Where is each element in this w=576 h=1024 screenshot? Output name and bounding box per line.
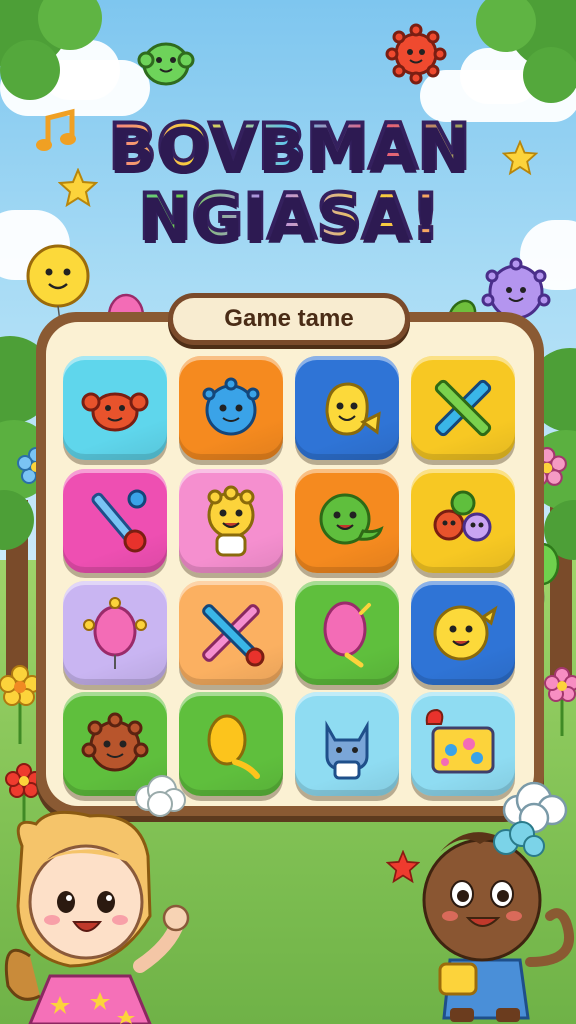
tree-left-icon (0, 0, 102, 100)
red-sun-blob-icon (385, 23, 447, 85)
tile-monster-group[interactable] (411, 469, 515, 573)
yellow-balloon-icon (207, 714, 260, 779)
tile-yellow-fish[interactable] (295, 356, 399, 460)
tile-wand[interactable] (63, 469, 167, 573)
tile-yellow-balloon[interactable] (179, 692, 283, 796)
tree-right-icon (476, 0, 576, 103)
yellow-monster-icon (207, 485, 255, 557)
red-crab-icon (81, 392, 149, 432)
blue-blob-icon (202, 377, 260, 436)
balloon-icon (323, 601, 371, 668)
pink-balloon-icon (83, 597, 147, 669)
game-board-icon (425, 708, 495, 774)
crossed-pencils-icon (434, 379, 492, 437)
game-scene: BOVBMAN NGIASA! Game tame (0, 0, 576, 1024)
pink-flower-icon (544, 667, 576, 736)
green-blob-icon (137, 42, 195, 86)
girl-character-icon (4, 810, 190, 1024)
tile-blue-cat[interactable] (295, 692, 399, 796)
tile-crossed-pencils[interactable] (411, 356, 515, 460)
tile-yellow-blob[interactable] (411, 581, 515, 685)
tile-green-dino[interactable] (295, 469, 399, 573)
wand-icon (91, 489, 147, 553)
yellow-blob-icon (433, 605, 498, 661)
blue-cat-icon (325, 720, 369, 780)
title-line-2: NGIASA! (70, 180, 510, 254)
green-dino-icon (319, 493, 384, 545)
yellow-fish-icon (325, 382, 381, 436)
tile-pink-balloon-face[interactable] (63, 581, 167, 685)
title-line-1: BOVBMAN (70, 110, 510, 184)
tile-pink-balloon[interactable] (295, 581, 399, 685)
tile-crossed-sticks[interactable] (179, 581, 283, 685)
boy-character-icon (422, 821, 575, 1022)
yellow-balloon-face-icon (26, 244, 90, 322)
monster-group-icon (433, 490, 492, 542)
banner-label: Game tame (173, 298, 405, 340)
crossed-sticks-icon (202, 604, 265, 667)
tile-yellow-monster[interactable] (179, 469, 283, 573)
tile-red-crab[interactable] (63, 356, 167, 460)
board-banner: Game tame (168, 293, 410, 345)
game-title: BOVBMAN NGIASA! (70, 110, 510, 254)
tile-blue-blob[interactable] (179, 356, 283, 460)
